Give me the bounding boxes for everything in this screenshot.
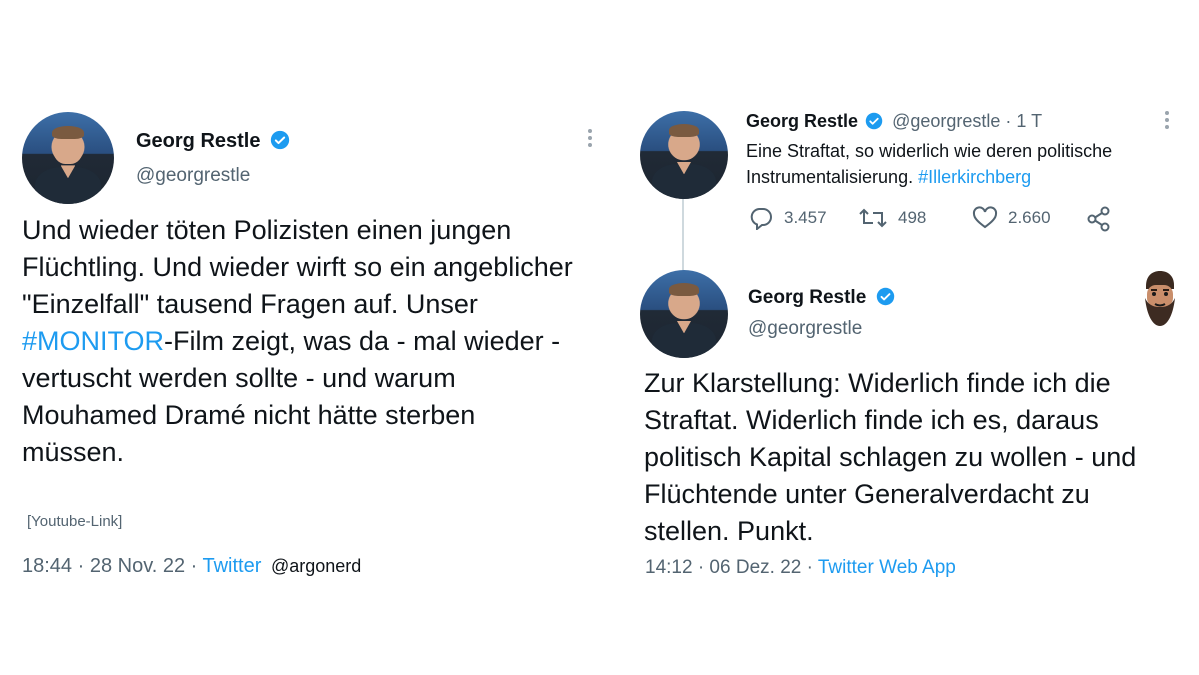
verified-badge-icon	[876, 287, 894, 306]
retweet-count: 498	[898, 208, 927, 227]
tweet-source[interactable]: Twitter Web App	[818, 557, 956, 578]
like-count: 2.660	[1008, 208, 1051, 227]
watermark: @argonerd	[270, 556, 362, 576]
author-name[interactable]: Georg Restle	[748, 287, 866, 308]
tweet-right-top-text: Eine Straftat, so widerlich wie deren po…	[746, 138, 1186, 190]
hashtag-link[interactable]: #MONITOR	[22, 326, 164, 356]
retweet-action[interactable]: 498	[858, 206, 926, 230]
tweet-right-bottom-header: Georg Restle	[748, 287, 895, 309]
author-handle[interactable]: @georgrestle	[748, 318, 862, 340]
tweet-left-meta: 18:44 · 28 Nov. 22 · Twitter @argonerd	[22, 555, 361, 578]
thread-line	[682, 199, 684, 271]
tweet-text-line: Eine Straftat, so widerlich wie deren po…	[746, 141, 1113, 161]
author-handle[interactable]: @georgrestle · 1 T	[892, 111, 1042, 131]
share-icon	[1087, 206, 1110, 232]
more-options-icon[interactable]	[587, 126, 593, 150]
hashtag-link[interactable]: #Illerkirchberg	[918, 167, 1031, 187]
tweet-text-part: Und wieder töten Polizisten einen jungen…	[22, 215, 573, 319]
author-handle[interactable]: @georgrestle	[136, 165, 250, 187]
bearded-man-emoji-icon	[1145, 271, 1175, 326]
tweet-right-top-header: Georg Restle @georgrestle · 1 T	[746, 111, 1042, 132]
share-action[interactable]	[1086, 206, 1112, 232]
avatar-right-top[interactable]	[640, 111, 728, 199]
tweet-left-text: Und wieder töten Polizisten einen jungen…	[22, 212, 582, 471]
author-name[interactable]: Georg Restle	[746, 111, 858, 131]
like-action[interactable]: 2.660	[972, 206, 1051, 230]
verified-badge-icon	[270, 131, 290, 150]
tweet-source[interactable]: Twitter	[202, 555, 261, 577]
tweet-text-line: Instrumentalisierung. #Illerkirchberg	[746, 164, 1186, 190]
more-options-icon[interactable]	[1164, 108, 1170, 132]
tweet-timestamp[interactable]: 18:44 · 28 Nov. 22 ·	[22, 555, 202, 577]
reply-icon	[750, 208, 772, 230]
retweet-icon	[859, 208, 887, 228]
reply-action[interactable]: 3.457	[748, 206, 827, 230]
youtube-link-placeholder[interactable]: [Youtube-Link]	[27, 513, 122, 530]
tweet-right-bottom-text: Zur Klarstellung: Widerlich finde ich di…	[644, 368, 1137, 546]
avatar-left[interactable]	[22, 112, 114, 204]
tweet-left-header: Georg Restle	[136, 130, 290, 153]
avatar-right-bottom[interactable]	[640, 270, 728, 358]
like-icon	[972, 206, 998, 229]
tweet-timestamp[interactable]: 14:12 · 06 Dez. 22 ·	[645, 557, 818, 578]
reply-count: 3.457	[784, 208, 827, 227]
tweet-right-bottom-meta: 14:12 · 06 Dez. 22 · Twitter Web App	[645, 557, 956, 579]
verified-badge-icon	[865, 112, 883, 129]
tweet-text-part: Instrumentalisierung.	[746, 167, 919, 187]
author-name[interactable]: Georg Restle	[136, 130, 260, 152]
